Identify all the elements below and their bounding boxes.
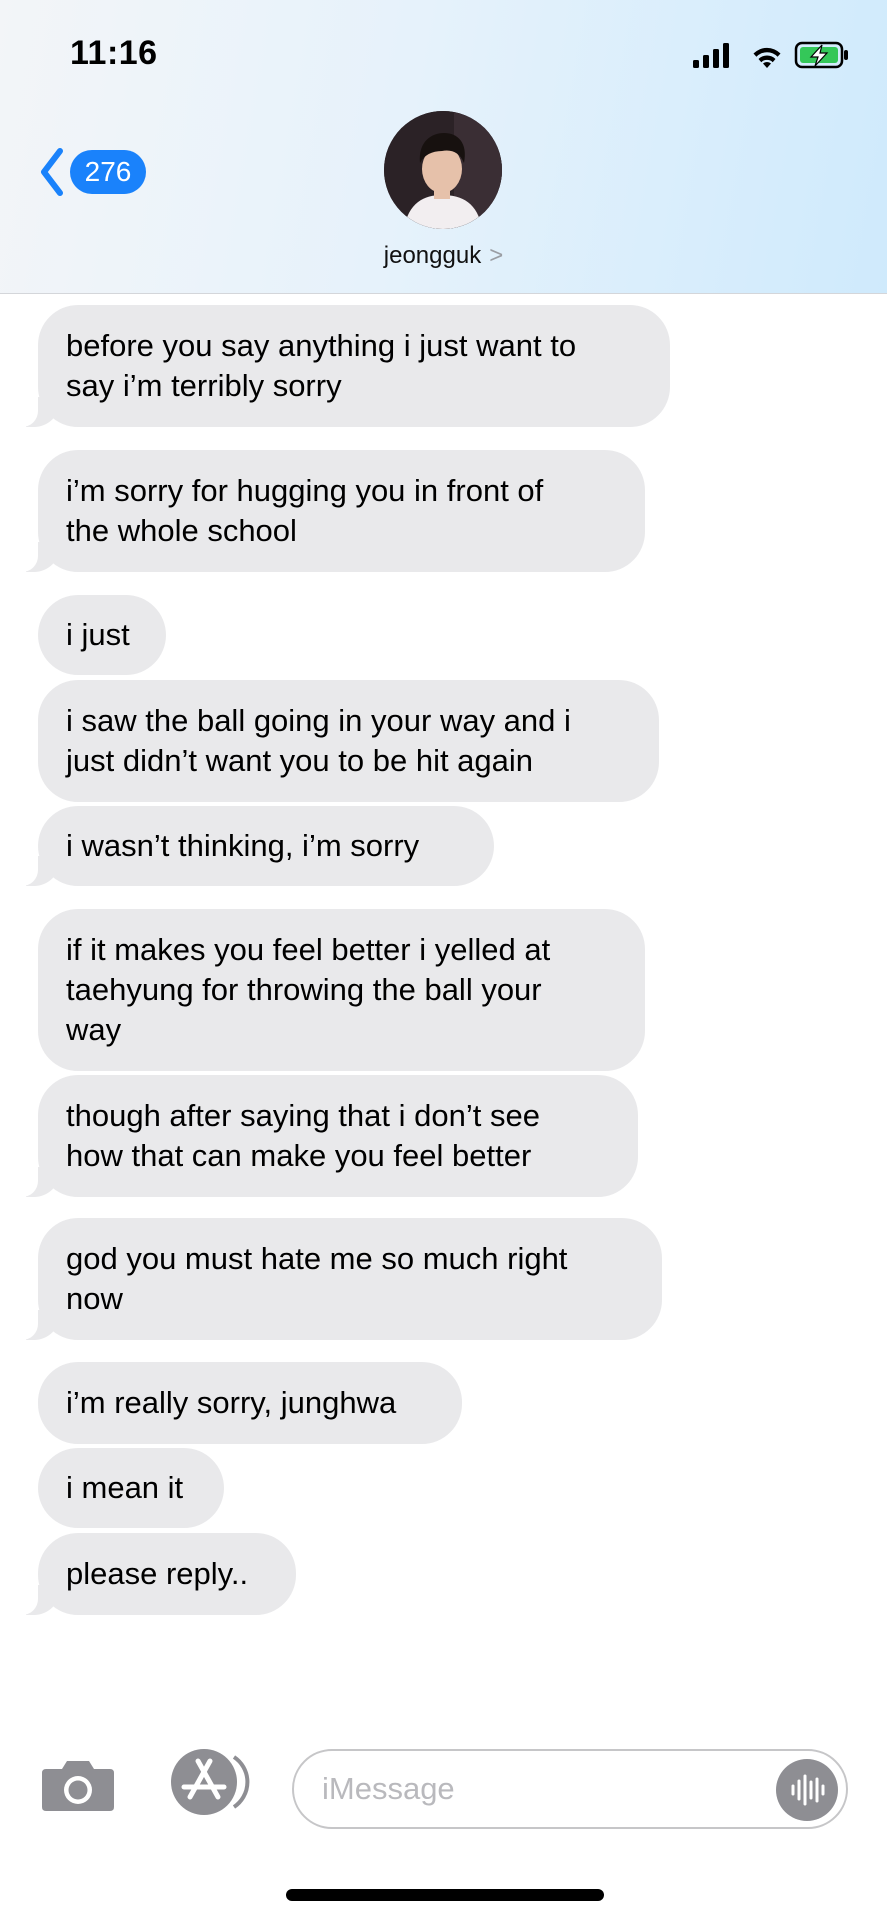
imessage-input[interactable] <box>322 1771 762 1807</box>
message-bubble[interactable]: i’m really sorry, junghwa <box>38 1362 462 1444</box>
app-store-button[interactable] <box>166 1749 250 1815</box>
message-text: god you must hate me so much right now <box>66 1241 568 1316</box>
cellular-signal-icon <box>693 43 729 68</box>
contact-avatar[interactable] <box>384 111 502 229</box>
message-text: if it makes you feel better i yelled at t… <box>66 932 551 1047</box>
message-field <box>292 1749 848 1829</box>
message-bubble[interactable]: i saw the ball going in your way and i ju… <box>38 680 659 802</box>
message-text: i mean it <box>66 1470 184 1505</box>
contact-name: jeongguk <box>383 242 482 269</box>
message-text: i saw the ball going in your way and i ju… <box>66 703 571 778</box>
audio-message-button[interactable] <box>776 1759 838 1821</box>
camera-button[interactable] <box>40 1757 116 1813</box>
avatar-photo <box>384 111 502 229</box>
back-button[interactable]: 276 <box>38 146 146 198</box>
message-text: i’m really sorry, junghwa <box>66 1385 397 1420</box>
message-bubble[interactable]: i’m sorry for hugging you in front of the… <box>16 450 645 572</box>
battery-charging-icon <box>794 41 848 69</box>
message-text: i wasn’t thinking, i’m sorry <box>66 828 420 863</box>
home-indicator[interactable] <box>286 1889 604 1901</box>
app-store-icon <box>171 1749 250 1815</box>
message-bubble[interactable]: if it makes you feel better i yelled at t… <box>38 909 645 1071</box>
message-input-bar <box>0 1735 887 1865</box>
message-bubble[interactable]: i mean it <box>38 1448 224 1528</box>
message-bubble[interactable]: though after saying that i don’t see how … <box>16 1075 638 1197</box>
message-bubble[interactable]: before you say anything i just want to sa… <box>16 305 670 427</box>
wifi-icon <box>753 47 781 68</box>
message-bubble[interactable]: i wasn’t thinking, i’m sorry <box>16 806 494 886</box>
message-bubble[interactable]: god you must hate me so much right now <box>16 1218 662 1340</box>
message-text: i just <box>66 617 130 652</box>
message-text: before you say anything i just want to sa… <box>66 328 577 403</box>
audio-waveform-icon <box>791 1774 825 1806</box>
message-text: though after saying that i don’t see how … <box>66 1098 540 1173</box>
contact-name-button[interactable]: jeongguk > <box>0 242 887 270</box>
camera-icon <box>42 1761 114 1811</box>
chevron-right-icon: > <box>489 242 504 269</box>
message-bubble[interactable]: please reply.. <box>16 1533 296 1615</box>
message-text: please reply.. <box>66 1556 249 1591</box>
conversation-header: 11:16 276 jeongguk > <box>0 0 887 294</box>
unread-count-badge: 276 <box>70 150 146 194</box>
status-icons <box>693 41 848 69</box>
message-bubble[interactable]: i just <box>38 595 166 675</box>
status-time: 11:16 <box>70 34 158 72</box>
message-text: i’m sorry for hugging you in front of the… <box>66 473 544 548</box>
chevron-left-icon <box>41 148 63 196</box>
